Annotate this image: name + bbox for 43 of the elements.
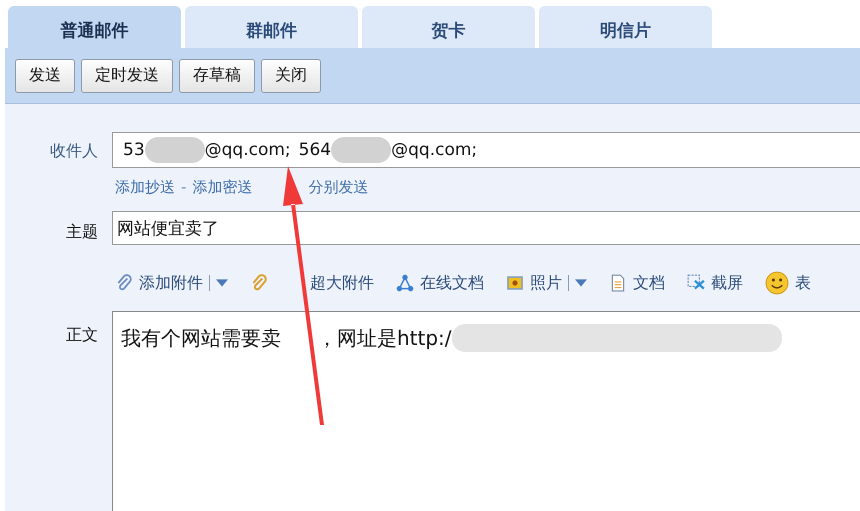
recipient-start: 53 bbox=[123, 140, 145, 160]
mail-type-tab[interactable]: 贺卡 bbox=[362, 6, 535, 48]
mail-type-tab[interactable]: 普通邮件 bbox=[8, 6, 181, 48]
message-body-field[interactable]: 我有个网站需要卖 ，网址是http:/ bbox=[112, 311, 860, 511]
toolbar-link[interactable]: 超大附件 bbox=[310, 272, 374, 294]
toolbar-link[interactable]: 截屏 bbox=[711, 272, 743, 294]
recipient-link[interactable]: 添加抄送 bbox=[115, 178, 175, 197]
mail-type-tab[interactable]: 明信片 bbox=[539, 6, 712, 48]
recipient-link[interactable]: 分别发送 bbox=[308, 178, 368, 197]
toolbar-link[interactable]: 照片 bbox=[530, 272, 562, 294]
toolbar-link[interactable]: 在线文档 bbox=[420, 272, 484, 294]
recipient-field[interactable]: 53 @qq.com; 564 @qq.com; bbox=[112, 132, 860, 168]
field-label: 正文 bbox=[65, 324, 99, 346]
field-label: 主题 bbox=[65, 221, 99, 243]
toolbar-button[interactable]: 发送 bbox=[15, 58, 75, 92]
smiley-icon[interactable] bbox=[765, 271, 789, 295]
recipient-end: @qq.com; bbox=[391, 140, 478, 160]
recipient-start: 564 bbox=[298, 140, 332, 160]
subject-field[interactable]: 网站便宜卖了 bbox=[112, 211, 860, 245]
paperclip-icon[interactable] bbox=[250, 274, 268, 292]
caret-icon[interactable] bbox=[216, 279, 228, 287]
subject-text: 网站便宜卖了 bbox=[117, 218, 219, 240]
link-separator: - bbox=[181, 178, 186, 197]
blurred-region bbox=[331, 137, 392, 163]
recipient-link[interactable]: 添加密送 bbox=[192, 178, 252, 197]
message-text: ，网址是http:/ bbox=[317, 324, 452, 352]
field-label: 收件人 bbox=[49, 140, 99, 162]
caret-icon[interactable] bbox=[575, 279, 587, 287]
scissors-icon[interactable] bbox=[687, 274, 705, 292]
message-text: 我有个网站需要卖 bbox=[121, 324, 281, 352]
toolbar-link[interactable]: 添加附件 bbox=[139, 272, 203, 294]
toolbar-link[interactable]: 文档 bbox=[633, 272, 665, 294]
toolbar-button[interactable]: 存草稿 bbox=[179, 58, 255, 92]
mail-type-tab[interactable]: 群邮件 bbox=[185, 6, 358, 48]
image-icon[interactable] bbox=[506, 274, 524, 292]
share-icon[interactable] bbox=[396, 274, 414, 292]
toolbar-button[interactable]: 定时发送 bbox=[81, 58, 173, 92]
document-icon[interactable] bbox=[609, 274, 627, 292]
toolbar-button[interactable]: 关闭 bbox=[261, 58, 321, 92]
paperclip-icon[interactable] bbox=[115, 274, 133, 292]
blurred-region bbox=[144, 137, 205, 163]
recipient-end: @qq.com; bbox=[204, 140, 291, 160]
toolbar-link[interactable]: 表 bbox=[795, 272, 811, 294]
